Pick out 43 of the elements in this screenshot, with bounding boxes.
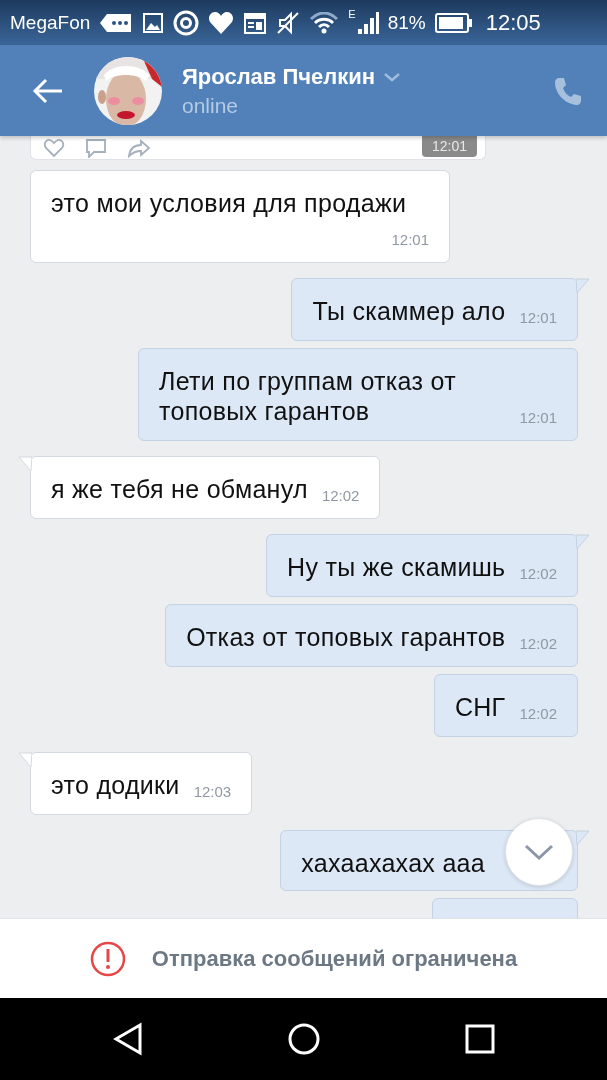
calendar-icon <box>243 10 268 35</box>
battery-percent: 81% <box>387 11 426 34</box>
sound-off-icon <box>276 10 301 35</box>
image-icon <box>142 11 165 34</box>
message-time: 12:01 <box>391 230 429 250</box>
chevron-down-icon <box>523 843 555 861</box>
message-time: 12:02 <box>519 704 557 724</box>
carrier-name: MegaFon <box>10 11 91 34</box>
network-type: E <box>348 8 356 20</box>
contact-name[interactable]: Ярослав Пчелкин <box>182 63 376 90</box>
online-status: online <box>182 93 240 118</box>
message-text: Отказ от топовых гарантов <box>186 623 506 651</box>
message-text: СНГ <box>454 693 506 721</box>
message-text: это додики <box>51 771 180 799</box>
message-text: Ну ты же скамишь <box>287 553 506 581</box>
back-icon[interactable] <box>111 1022 144 1056</box>
heart-icon <box>208 10 235 35</box>
notice-text: Отправка сообщений ограничена <box>151 945 518 972</box>
home-icon[interactable] <box>287 1022 322 1056</box>
clock: 12:05 <box>485 9 541 36</box>
signal-icon <box>356 10 379 35</box>
message-time: 12:02 <box>519 564 557 584</box>
message-time: 12:03 <box>193 782 232 802</box>
phone-icon[interactable] <box>553 75 583 106</box>
message-time: 12:01 <box>519 408 557 428</box>
message-text: я же тебя не обманул <box>51 475 308 503</box>
message-time: 12:02 <box>321 486 360 506</box>
time-badge: 12:01 <box>421 136 477 157</box>
chevron-down-icon[interactable] <box>383 70 402 83</box>
share-icon[interactable] <box>127 137 151 158</box>
recent-apps-icon[interactable] <box>465 1024 496 1054</box>
message-text: хахаахахах ааа <box>301 849 485 877</box>
heart-icon[interactable] <box>43 137 65 158</box>
battery-icon <box>434 12 473 33</box>
comment-icon[interactable] <box>85 137 107 158</box>
message-time: 12:02 <box>519 634 557 654</box>
message-text: это мои условия для продажи <box>51 189 407 217</box>
warning-icon <box>89 940 126 977</box>
message-time: 12:01 <box>519 308 557 328</box>
message-text: Лети по группам отказ от топовых гарантов <box>159 367 456 425</box>
wifi-icon <box>309 11 340 34</box>
back-arrow-icon[interactable] <box>32 76 64 105</box>
message-text: Ты скаммер ало <box>312 297 506 325</box>
